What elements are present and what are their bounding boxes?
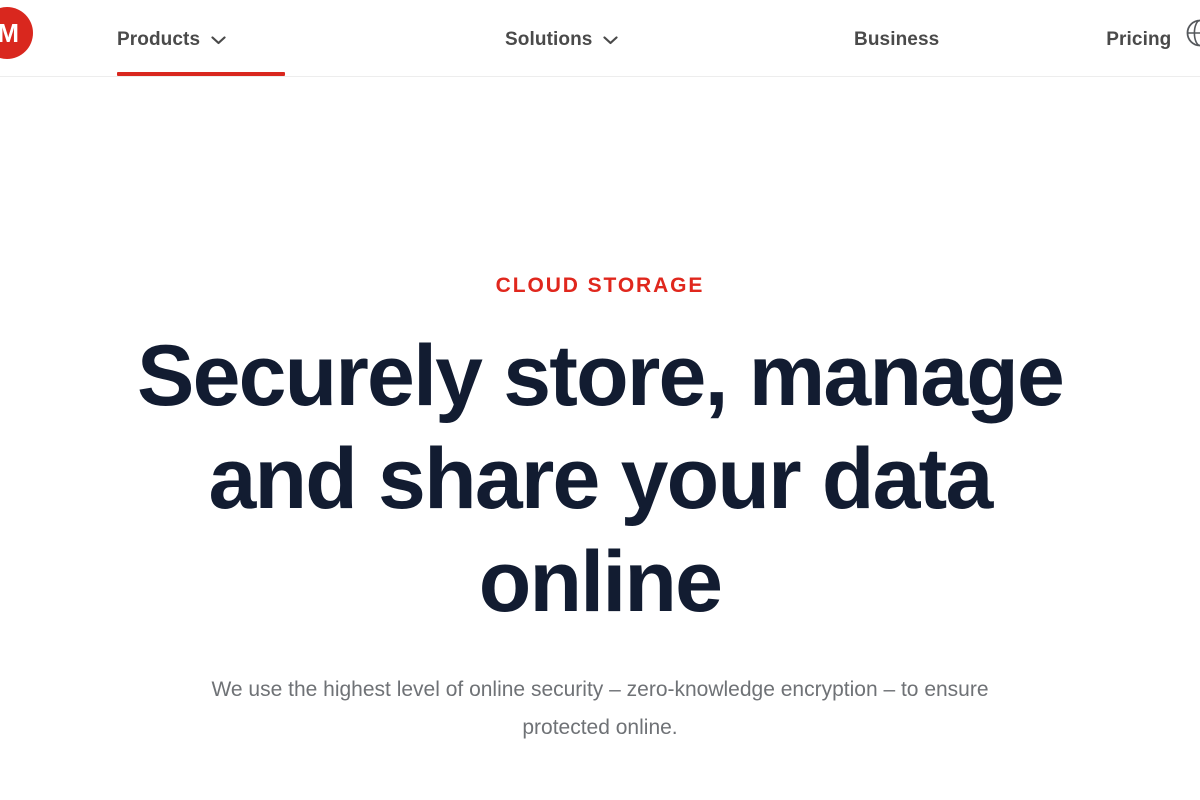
page-title: Securely store, manage and share your da… bbox=[0, 325, 1200, 634]
nav-label-business: Business bbox=[854, 28, 940, 50]
nav-item-solutions[interactable]: Solutions bbox=[505, 0, 643, 76]
headline-line-1: Securely store, manage bbox=[137, 328, 1065, 424]
subcopy-line-1: We use the highest level of online secur… bbox=[211, 678, 989, 701]
hero-eyebrow: CLOUD STORAGE bbox=[495, 274, 705, 297]
headline-line-3: online bbox=[478, 534, 723, 630]
hero-section: CLOUD STORAGE Securely store, manage and… bbox=[0, 77, 1200, 800]
chevron-down-icon bbox=[211, 35, 226, 45]
nav-item-business[interactable]: Business bbox=[854, 0, 940, 76]
nav-item-products[interactable]: Products bbox=[117, 0, 285, 76]
headline-line-2: and share your data bbox=[208, 431, 993, 527]
nav-label-solutions: Solutions bbox=[505, 28, 593, 50]
hero-subcopy: We use the highest level of online secur… bbox=[0, 671, 1200, 747]
primary-nav: Products Solutions Business Pricing Reso… bbox=[0, 0, 1171, 76]
nav-label-pricing: Pricing bbox=[1106, 28, 1172, 50]
site-header: M Products Solutions Business Pricing Re… bbox=[0, 0, 1200, 77]
chevron-down-icon bbox=[603, 35, 619, 45]
nav-active-indicator bbox=[117, 72, 285, 76]
globe-icon[interactable] bbox=[1185, 18, 1200, 48]
subcopy-line-2: protected online. bbox=[522, 716, 678, 739]
nav-label-products: Products bbox=[117, 28, 201, 50]
nav-item-pricing[interactable]: Pricing bbox=[1106, 0, 1172, 76]
